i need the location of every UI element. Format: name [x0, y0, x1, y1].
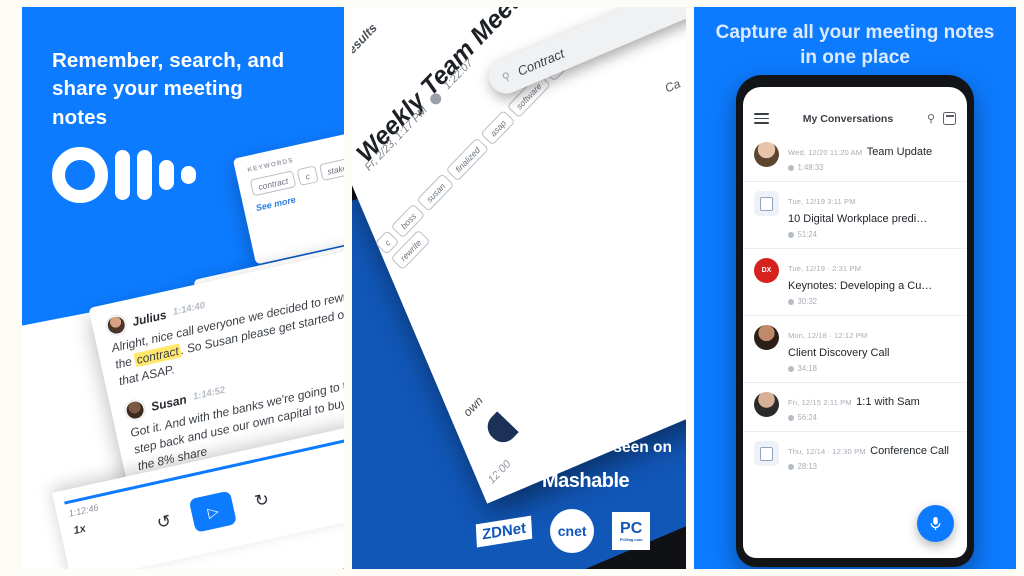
keyword-chip[interactable]: susan [416, 173, 455, 212]
app-store-screenshot-gallery: Remember, search, and share your meeting… [0, 0, 1024, 576]
otter-ai-logo [52, 147, 196, 203]
results-count: 2 Results [352, 20, 380, 71]
list-item[interactable]: Mon, 12/18 · 12:12 PM Client Discovery C… [743, 315, 967, 382]
mashable-logo: Mashable [542, 469, 630, 492]
clock-icon [788, 414, 794, 421]
conversation-date: Wed, 12/20 11:20 AM [788, 148, 863, 157]
cnet-logo: cnet [550, 509, 595, 553]
list-item[interactable]: Thu, 12/14 · 12:30 PM Conference Call 28… [743, 431, 967, 480]
press-logo-row-2: ZDNet cnet PC PCMag.com [468, 509, 678, 553]
conversation-duration: 34:18 [788, 364, 956, 373]
conversation-title: 10 Digital Workplace predi… [788, 213, 928, 225]
logo-ring [52, 147, 108, 203]
navy-bar-fragment [481, 411, 519, 448]
conversation-duration: 56:24 [788, 413, 956, 422]
list-item[interactable]: Tue, 12/19 3:11 PM 10 Digital Workplace … [743, 181, 967, 248]
panel-remember-search-share: Remember, search, and share your meeting… [22, 7, 344, 569]
player-controls: ↺ ▷ ↻ [154, 483, 273, 541]
conversation-duration: 1:48:33 [788, 163, 956, 172]
list-item[interactable]: DX Tue, 12/19 · 2:31 PM Keynotes: Develo… [743, 248, 967, 315]
document-avatar [754, 441, 779, 466]
partial-transcript-text: own [460, 393, 486, 420]
as-seen-on-label: As seen on [589, 439, 672, 456]
speaker-name: Julius [130, 307, 168, 329]
avatar [754, 392, 779, 417]
keyword-chip[interactable]: rewrite [390, 229, 431, 271]
clock-icon [788, 463, 794, 470]
keyword-chip[interactable]: finalized [445, 137, 490, 182]
list-item[interactable]: Fri, 12/15 2:11 PM 1:1 with Sam 56:24 [743, 382, 967, 431]
clock-icon [788, 298, 794, 305]
clock-icon [788, 365, 794, 372]
panel3-headline: Capture all your meeting notes in one pl… [715, 22, 995, 68]
conversation-date: Tue, 12/19 · 2:31 PM [788, 264, 862, 273]
logo-bar-2 [137, 150, 152, 200]
avatar [123, 398, 147, 422]
rewind-15-icon[interactable]: ↺ [155, 511, 173, 534]
panel-my-conversations: Capture all your meeting notes in one pl… [694, 7, 1016, 569]
conversation-duration: 51:24 [788, 230, 956, 239]
pcmag-logo: PC PCMag.com [612, 512, 651, 550]
conversation-date: Thu, 12/14 · 12:30 PM [788, 447, 866, 456]
keywords-card: KEYWORDS contract c stakeholders L See m… [232, 113, 344, 265]
conversation-date: Fri, 12/15 2:11 PM [788, 398, 852, 407]
press-logo-row-1: TC Mashable [468, 469, 678, 493]
avatar [104, 313, 128, 337]
dx-badge-avatar: DX [754, 258, 779, 283]
search-icon: ⚲ [500, 69, 513, 85]
conversation-duration: 28:13 [788, 462, 956, 471]
search-icon[interactable]: ⚲ [927, 112, 935, 125]
speaker-timestamp: 1:14:52 [192, 384, 227, 403]
microphone-icon [930, 517, 941, 530]
keyword-chip[interactable]: c [296, 165, 319, 186]
document-icon [760, 196, 773, 211]
conversation-list: Wed, 12/20 11:20 AM Team Update 1:48:33 … [743, 133, 967, 488]
logo-bar-3 [159, 160, 174, 190]
speaker-name: Susan [149, 391, 188, 414]
clock-icon [788, 164, 794, 171]
pcmag-url: PCMag.com [619, 536, 643, 542]
conversation-duration: 30:32 [788, 297, 956, 306]
clock-icon [788, 231, 794, 238]
app-top-bar: My Conversations ⚲ [743, 109, 967, 133]
conversation-title: Team Update [866, 146, 933, 158]
avatar [754, 142, 779, 167]
hamburger-icon[interactable] [754, 113, 769, 124]
panel-search-results: 2 Results Weekly Team Meeting Fr, 2/23, … [352, 7, 686, 569]
keyword-chip[interactable]: contract [249, 170, 297, 197]
conversation-title: Conference Call [870, 445, 949, 457]
logo-bar-4 [181, 166, 196, 184]
forward-15-icon[interactable]: ↻ [253, 489, 271, 512]
logo-bar-1 [115, 150, 130, 200]
app-bar-title: My Conversations [802, 112, 894, 125]
current-time-label: 1:12:46 [67, 502, 100, 519]
conversation-title: Client Discovery Call [788, 347, 890, 359]
phone-mockup: My Conversations ⚲ Wed, 12/20 11:20 AM T… [736, 75, 974, 567]
keyword-chip[interactable]: asap [480, 110, 516, 146]
zdnet-logo: ZDNet [475, 515, 533, 547]
play-button[interactable]: ▷ [188, 490, 238, 533]
list-item[interactable]: Wed, 12/20 11:20 AM Team Update 1:48:33 [743, 133, 967, 181]
conversation-title: 1:1 with Sam [856, 396, 920, 408]
avatar [754, 325, 779, 350]
techcrunch-logo: TC [496, 469, 522, 492]
conversation-date: Tue, 12/19 3:11 PM [788, 197, 856, 206]
conversation-date: Mon, 12/18 · 12:12 PM [788, 331, 868, 340]
speaker-timestamp: 1:14:40 [171, 300, 207, 318]
phone-screen: My Conversations ⚲ Wed, 12/20 11:20 AM T… [743, 87, 967, 558]
document-icon [760, 446, 773, 461]
pcmag-initials: PC [620, 519, 643, 537]
document-avatar [754, 191, 779, 216]
calendar-icon[interactable] [943, 112, 956, 125]
playback-speed-button[interactable]: 1x [72, 523, 87, 537]
press-logo-group: TC Mashable ZDNet cnet PC PCMag.com [468, 469, 678, 553]
record-mic-button[interactable] [917, 505, 954, 542]
phone-status-bar [743, 87, 967, 109]
conversation-title: Keynotes: Developing a Cu… [788, 280, 933, 292]
panel1-headline: Remember, search, and share your meeting… [52, 49, 285, 129]
